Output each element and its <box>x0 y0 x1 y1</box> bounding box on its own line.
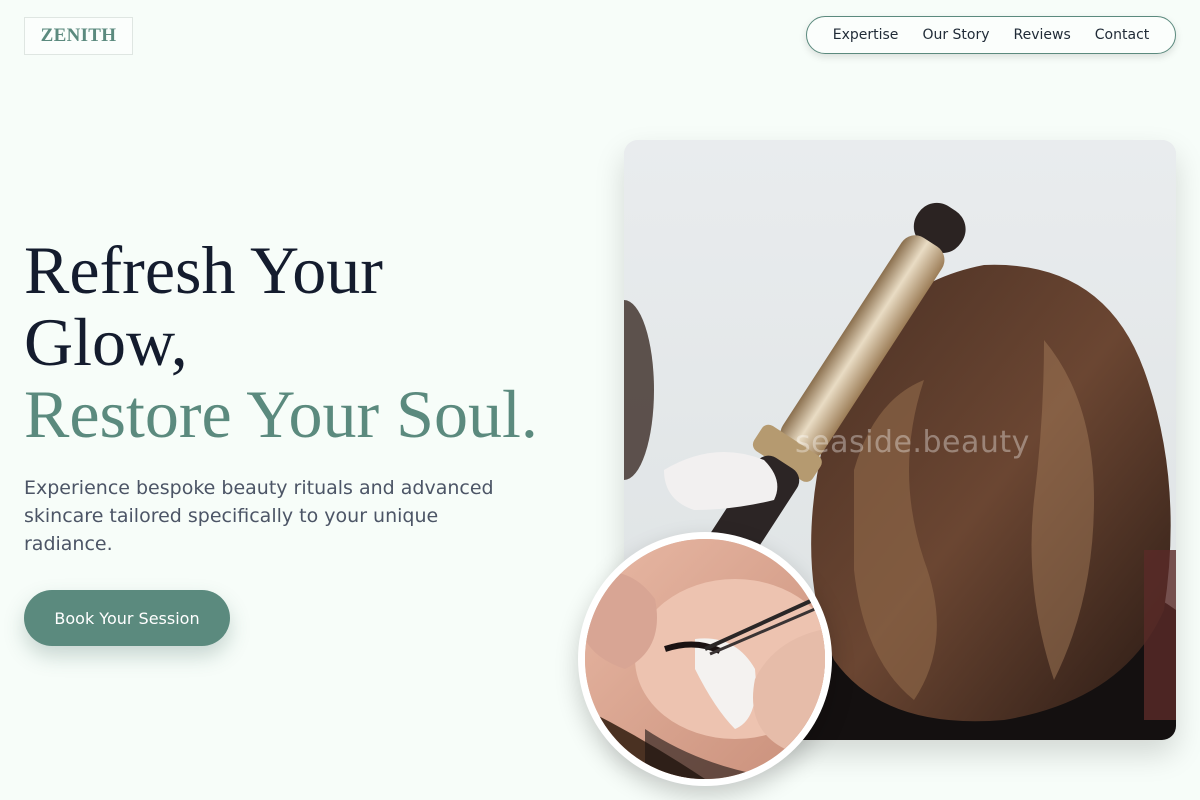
headline-line-1: Refresh Your <box>24 232 383 308</box>
main-nav: Expertise Our Story Reviews Contact <box>806 16 1176 54</box>
image-watermark: seaside.beauty <box>795 425 1030 460</box>
hero-subtext: Experience bespoke beauty rituals and ad… <box>24 477 494 555</box>
lash-treatment-photo <box>578 532 832 786</box>
nav-item-our-story[interactable]: Our Story <box>922 27 989 43</box>
lash-treatment-illustration <box>585 539 825 779</box>
headline-accent: Restore Your Soul. <box>24 376 538 452</box>
book-session-button[interactable]: Book Your Session <box>24 590 230 646</box>
nav-item-reviews[interactable]: Reviews <box>1014 27 1071 43</box>
hero-headline: Refresh Your Glow, Restore Your Soul. <box>24 234 604 450</box>
brand-logo[interactable]: ZENITH <box>24 17 133 55</box>
nav-item-expertise[interactable]: Expertise <box>833 27 899 43</box>
headline-line-2: Glow, <box>24 304 188 380</box>
nav-item-contact[interactable]: Contact <box>1095 27 1149 43</box>
